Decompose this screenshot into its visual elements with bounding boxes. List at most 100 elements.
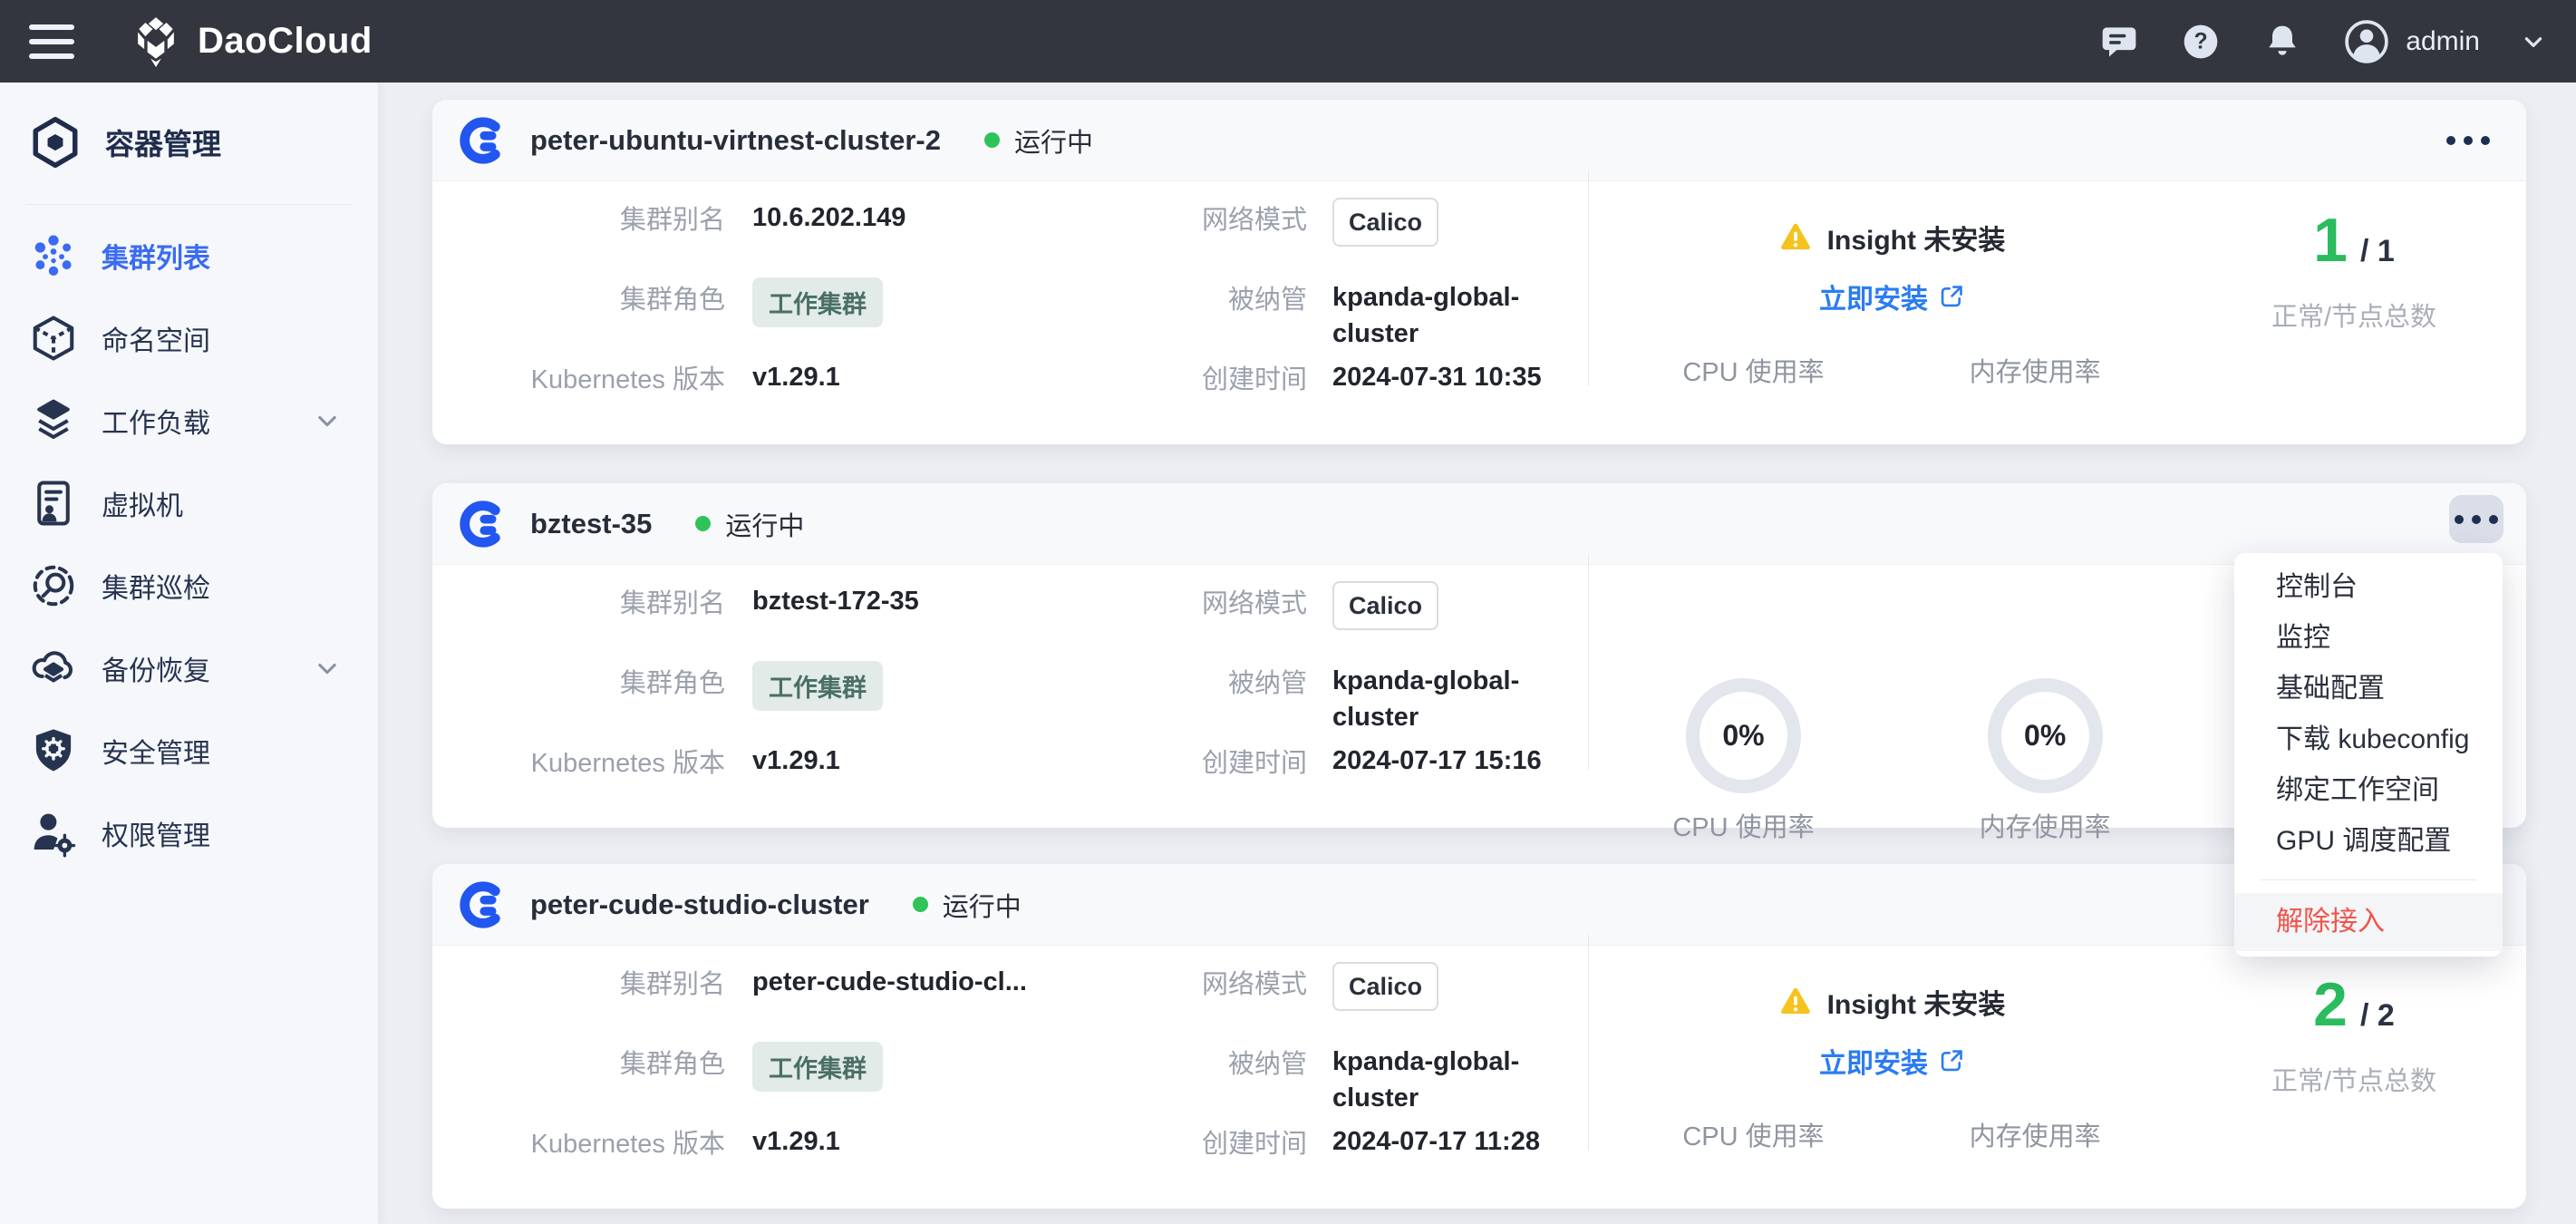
- topbar: DaoCloud ?: [0, 0, 2576, 83]
- sidebar-item-workloads[interactable]: 工作负载: [0, 389, 378, 452]
- status-dot: [913, 897, 928, 912]
- mem-usage-label: 内存使用率: [1970, 351, 2101, 389]
- menu-item-bind-workspace[interactable]: 绑定工作空间: [2234, 765, 2503, 816]
- nodes-ready-count: 1: [2313, 209, 2348, 272]
- field-label: 网络模式: [1080, 962, 1307, 1002]
- field-label: Kubernetes 版本: [432, 357, 725, 397]
- sidebar-item-namespace[interactable]: 命名空间: [0, 306, 378, 370]
- cluster-name: bztest-35: [530, 508, 652, 540]
- cpu-usage-label: CPU 使用率: [1672, 806, 1814, 844]
- field-label: 网络模式: [1080, 581, 1307, 621]
- menu-item-disconnect[interactable]: 解除接入: [2234, 893, 2503, 951]
- warning-icon: [1778, 220, 1813, 255]
- section-divider: [1588, 170, 1589, 386]
- cluster-dots-icon: [29, 231, 78, 280]
- mem-usage-value: 0%: [2024, 719, 2066, 753]
- install-now-link[interactable]: 立即安装: [1629, 1041, 2155, 1081]
- cluster-alias: 10.6.202.149: [752, 198, 1080, 238]
- field-label: 集群角色: [432, 1042, 725, 1082]
- nodes-total-count: / 2: [2360, 998, 2395, 1034]
- field-label: 集群别名: [432, 198, 725, 238]
- sidebar-item-label: 命名空间: [102, 318, 210, 358]
- k8s-version-value: v1.29.1: [752, 357, 1080, 397]
- menu-item-console[interactable]: 控制台: [2234, 562, 2503, 613]
- username: admin: [2406, 26, 2480, 57]
- install-now-link[interactable]: 立即安装: [1629, 277, 2155, 316]
- node-count-section: 1 / 1 正常/节点总数: [2200, 181, 2508, 334]
- card-header: peter-cude-studio-cluster 运行中: [432, 864, 2526, 946]
- sidebar-item-label: 集群巡检: [102, 566, 210, 606]
- container-management-icon: [29, 116, 82, 169]
- cluster-name: peter-ubuntu-virtnest-cluster-2: [530, 124, 941, 157]
- chevron-down-icon[interactable]: [315, 408, 340, 433]
- created-at-value: 2024-07-31 10:35: [1332, 357, 1597, 397]
- help-icon[interactable]: ?: [2181, 22, 2221, 62]
- sidebar-item-permission-management[interactable]: 权限管理: [0, 801, 378, 865]
- menu-item-download-kubeconfig[interactable]: 下载 kubeconfig: [2234, 714, 2503, 765]
- sidebar-module-title: 容器管理: [29, 113, 378, 171]
- usage-section: 0% CPU 使用率 0% 内存使用率: [1629, 678, 2155, 844]
- field-label: 集群别名: [432, 962, 725, 1002]
- user-menu[interactable]: admin: [2344, 19, 2480, 64]
- status-dot: [984, 132, 1000, 148]
- cluster-info-grid: 集群别名 bztest-172-35 网络模式 Calico 集群角色 工作集群…: [432, 581, 1597, 821]
- cpu-usage-label: CPU 使用率: [1682, 1115, 1824, 1153]
- field-label: 集群角色: [432, 277, 725, 317]
- cpu-usage-label: CPU 使用率: [1682, 351, 1824, 389]
- status-badge: 运行中: [913, 886, 1022, 924]
- status-dot: [695, 516, 711, 531]
- field-label: 被纳管: [1080, 1042, 1307, 1082]
- avatar: [2344, 19, 2389, 64]
- field-label: 集群角色: [432, 661, 725, 701]
- daocloud-logo-icon: [131, 16, 181, 67]
- menu-item-gpu-scheduling[interactable]: GPU 调度配置: [2234, 816, 2503, 867]
- cluster-info-grid: 集群别名 10.6.202.149 网络模式 Calico 集群角色 工作集群 …: [432, 198, 1597, 437]
- card-header: bztest-35 运行中: [432, 483, 2526, 565]
- sidebar-item-security-management[interactable]: 安全管理: [0, 719, 378, 782]
- field-label: 被纳管: [1080, 661, 1307, 701]
- node-count-section: 2 / 2 正常/节点总数: [2200, 946, 2508, 1098]
- cluster-name: peter-cude-studio-cluster: [530, 889, 869, 921]
- cpu-usage-value: 0%: [1722, 719, 1764, 753]
- cluster-icon: [460, 116, 508, 165]
- nodes-ready-count: 2: [2313, 973, 2348, 1036]
- brand: DaoCloud: [131, 16, 373, 67]
- hamburger-menu-icon[interactable]: [29, 24, 74, 59]
- node-ratio-caption: 正常/节点总数: [2200, 296, 2508, 334]
- field-label: 创建时间: [1080, 1122, 1307, 1161]
- k8s-version-value: v1.29.1: [752, 741, 1080, 781]
- mem-usage-label: 内存使用率: [1970, 1115, 2101, 1153]
- field-label: Kubernetes 版本: [432, 1122, 725, 1161]
- menu-item-basic-config[interactable]: 基础配置: [2234, 664, 2503, 714]
- card-header: peter-ubuntu-virtnest-cluster-2 运行中: [432, 100, 2526, 181]
- sidebar-item-virtual-machines[interactable]: 虚拟机: [0, 471, 378, 535]
- sidebar-item-label: 权限管理: [102, 813, 210, 853]
- sidebar-divider: [25, 204, 353, 205]
- chevron-down-icon[interactable]: [2522, 30, 2545, 53]
- sidebar-item-backup-restore[interactable]: 备份恢复: [0, 636, 378, 700]
- field-label: Kubernetes 版本: [432, 741, 725, 781]
- status-badge: 运行中: [984, 121, 1093, 160]
- external-link-icon: [1939, 284, 1964, 309]
- k8s-version-value: v1.29.1: [752, 1122, 1080, 1161]
- notification-bell-icon[interactable]: [2262, 22, 2302, 62]
- sidebar-menu: 集群列表 命名空间 工作负载: [0, 224, 378, 865]
- topbar-actions: ? admin: [2099, 19, 2545, 64]
- chevron-down-icon[interactable]: [315, 656, 340, 681]
- message-icon[interactable]: [2099, 22, 2139, 62]
- sidebar-item-cluster-inspection[interactable]: 集群巡检: [0, 554, 378, 617]
- cpu-usage-donut: 0% CPU 使用率: [1672, 678, 1814, 844]
- network-mode-badge: Calico: [1332, 198, 1438, 247]
- menu-item-monitoring[interactable]: 监控: [2234, 613, 2503, 664]
- field-label: 创建时间: [1080, 741, 1307, 781]
- more-actions-button[interactable]: [2446, 100, 2490, 181]
- section-divider: [1588, 554, 1589, 770]
- network-mode-badge: Calico: [1332, 962, 1438, 1011]
- mem-usage-label: 内存使用率: [1980, 806, 2111, 844]
- sidebar-item-label: 集群列表: [102, 236, 210, 276]
- sidebar-item-label: 虚拟机: [102, 483, 183, 523]
- insight-status: Insight 未安装: [1629, 982, 2155, 1022]
- sidebar-item-cluster-list[interactable]: 集群列表: [0, 224, 378, 287]
- more-actions-button-active[interactable]: [2449, 495, 2503, 543]
- sidebar-item-label: 备份恢复: [102, 648, 210, 688]
